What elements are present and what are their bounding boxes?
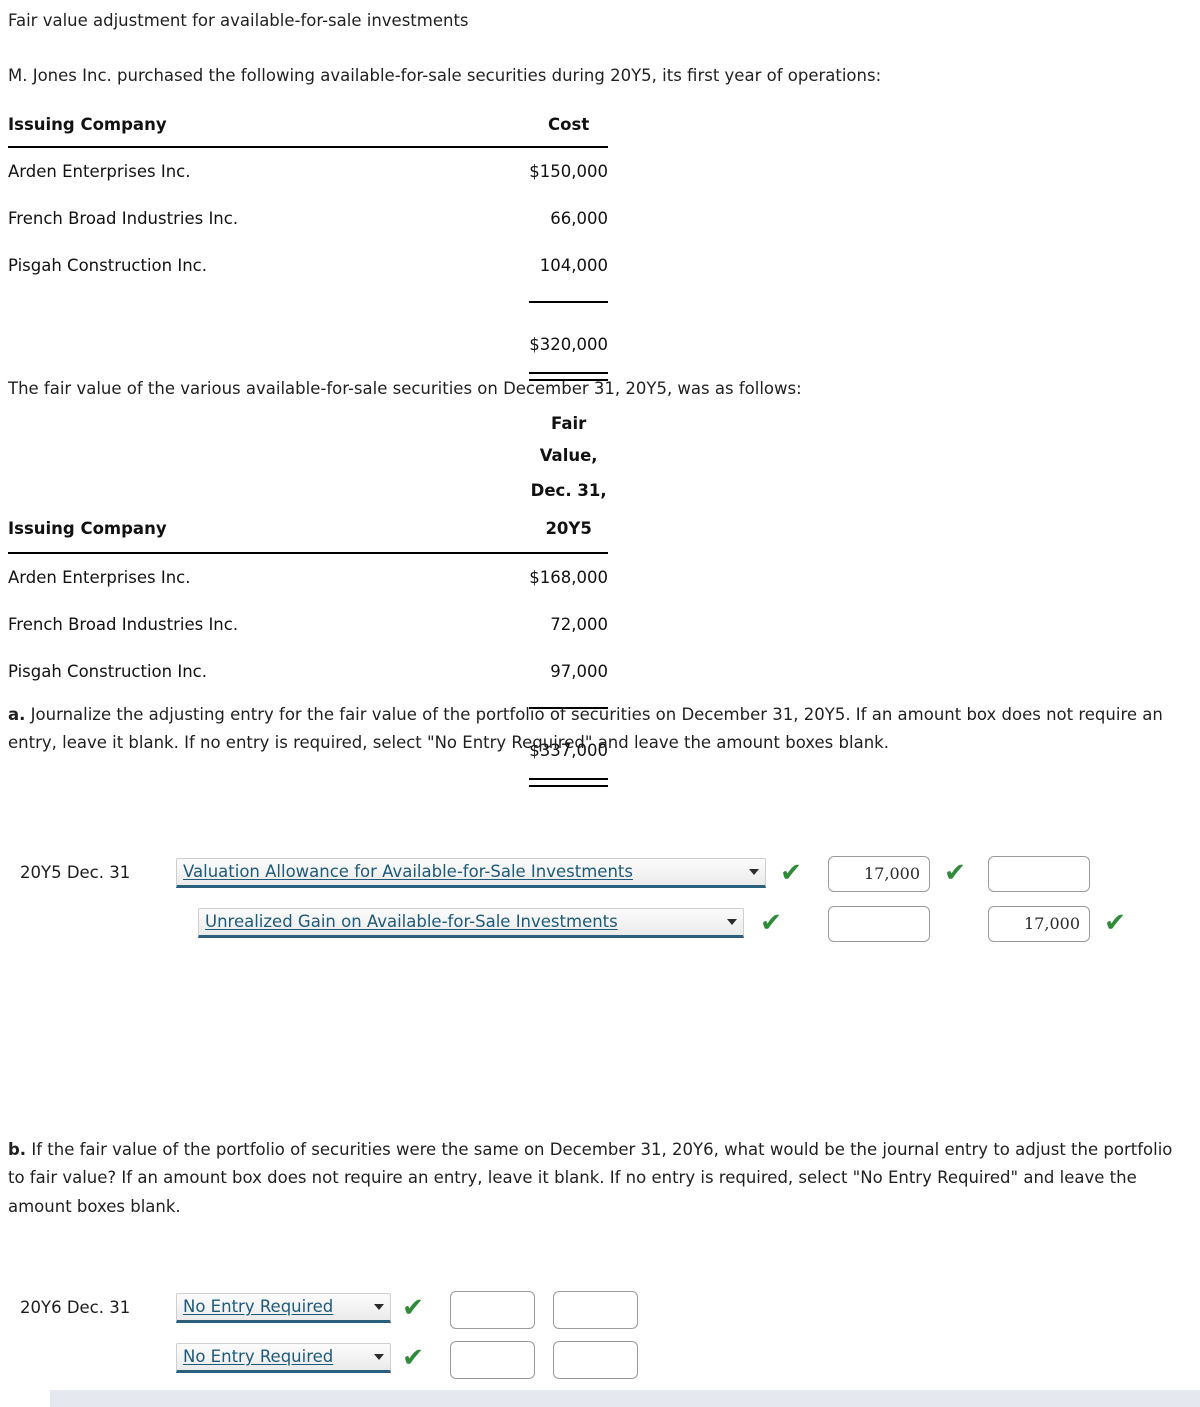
table-row: Pisgah Construction Inc. 104,000 — [8, 242, 608, 289]
journal-entry-row: Unrealized Gain on Available-for-Sale In… — [0, 902, 1200, 952]
cost-row-company-2: Pisgah Construction Inc. — [8, 256, 207, 275]
correct-check-icon: ✔ — [402, 1293, 424, 1323]
part-a-instruction-text: Journalize the adjusting entry for the f… — [8, 705, 1163, 753]
cost-table: Issuing Company Cost Arden Enterprises I… — [8, 108, 608, 381]
credit-amount-a1[interactable] — [988, 856, 1090, 892]
part-b-label: b. — [8, 1140, 27, 1159]
table-row: French Broad Industries Inc. 72,000 — [8, 601, 608, 648]
fair-value-header-line2: Issuing Company Dec. 31, 20Y5 — [8, 472, 608, 548]
cost-row-company-0: Arden Enterprises Inc. — [8, 162, 191, 181]
part-b-date: 20Y6 Dec. 31 — [20, 1298, 131, 1317]
cost-row-amount-2: 104,000 — [539, 256, 608, 275]
correct-check-icon — [944, 910, 966, 936]
cost-table-header-cost: Cost — [548, 115, 590, 134]
fair-value-row-company-2: Pisgah Construction Inc. — [8, 662, 207, 681]
part-b-journal: 20Y6 Dec. 31 No Entry Required ✔ No Entr… — [0, 1287, 1200, 1387]
correct-check-icon: ✔ — [402, 1343, 424, 1373]
account-select-b2-label: No Entry Required — [183, 1347, 334, 1366]
fair-value-row-amount-1: 72,000 — [550, 615, 608, 634]
chevron-down-icon — [374, 1304, 384, 1310]
journal-entry-row: No Entry Required ✔ — [0, 1337, 1200, 1387]
part-b-instruction: b. If the fair value of the portfolio of… — [8, 1136, 1194, 1221]
account-select-a2[interactable]: Unrealized Gain on Available-for-Sale In… — [198, 908, 744, 938]
chevron-down-icon — [727, 919, 737, 925]
correct-check-icon: ✔ — [1104, 908, 1126, 938]
fair-value-double-rule — [8, 766, 608, 787]
part-b-instruction-text: If the fair value of the portfolio of se… — [8, 1140, 1173, 1216]
table-row: Arden Enterprises Inc. $150,000 — [8, 148, 608, 195]
fair-value-row-company-1: French Broad Industries Inc. — [8, 615, 239, 634]
cost-table-total: $320,000 — [529, 335, 608, 354]
credit-amount-b1[interactable] — [553, 1291, 638, 1329]
fair-value-header-line1: Fair Value, — [8, 408, 608, 472]
account-select-a2-label: Unrealized Gain on Available-for-Sale In… — [205, 912, 618, 931]
chevron-down-icon — [374, 1354, 384, 1360]
part-a-journal: 20Y5 Dec. 31 Valuation Allowance for Ava… — [0, 852, 1200, 952]
fair-value-header-amount-line2: Dec. 31, 20Y5 — [530, 481, 607, 538]
correct-check-icon — [1104, 860, 1126, 886]
cost-row-amount-1: 66,000 — [550, 209, 608, 228]
account-select-b2[interactable]: No Entry Required — [176, 1343, 391, 1373]
account-select-a1[interactable]: Valuation Allowance for Available-for-Sa… — [176, 858, 766, 888]
debit-amount-a1[interactable]: 17,000 — [828, 856, 930, 892]
part-a-date: 20Y5 Dec. 31 — [20, 863, 131, 882]
exercise-page: Fair value adjustment for available-for-… — [0, 0, 1200, 1407]
credit-amount-b2[interactable] — [553, 1341, 638, 1379]
cost-table-subtotal-rule — [8, 289, 608, 313]
page-title: Fair value adjustment for available-for-… — [8, 11, 469, 30]
debit-amount-b1[interactable] — [450, 1291, 535, 1329]
cost-table-header-company: Issuing Company — [8, 115, 167, 134]
correct-check-icon: ✔ — [944, 858, 966, 888]
credit-amount-a2[interactable]: 17,000 — [988, 906, 1090, 942]
debit-amount-b2[interactable] — [450, 1341, 535, 1379]
fair-value-row-amount-2: 97,000 — [550, 662, 608, 681]
fair-value-row-amount-0: $168,000 — [529, 568, 608, 587]
account-select-b1-label: No Entry Required — [183, 1297, 334, 1316]
account-select-a1-label: Valuation Allowance for Available-for-Sa… — [183, 862, 633, 881]
correct-check-icon: ✔ — [760, 908, 782, 938]
part-a-instruction: a. Journalize the adjusting entry for th… — [8, 701, 1194, 758]
part-a-label: a. — [8, 705, 26, 724]
fair-value-row-company-0: Arden Enterprises Inc. — [8, 568, 191, 587]
cost-row-amount-0: $150,000 — [529, 162, 608, 181]
chevron-down-icon — [749, 869, 759, 875]
cost-table-header-row: Issuing Company Cost — [8, 108, 608, 142]
fair-value-header-amount-line1: Fair Value, — [539, 414, 598, 465]
fair-value-intro: The fair value of the various available-… — [8, 379, 802, 398]
cost-table-total-row: $320,000 — [8, 313, 608, 360]
account-select-b1[interactable]: No Entry Required — [176, 1293, 391, 1323]
fair-value-header-company: Issuing Company — [8, 519, 167, 538]
table-row: French Broad Industries Inc. 66,000 — [8, 195, 608, 242]
debit-amount-a2[interactable] — [828, 906, 930, 942]
table-row: Arden Enterprises Inc. $168,000 — [8, 554, 608, 601]
journal-entry-row: 20Y5 Dec. 31 Valuation Allowance for Ava… — [0, 852, 1200, 902]
table-row: Pisgah Construction Inc. 97,000 — [8, 648, 608, 695]
journal-entry-row: 20Y6 Dec. 31 No Entry Required ✔ — [0, 1287, 1200, 1337]
correct-check-icon: ✔ — [780, 858, 802, 888]
cost-row-company-1: French Broad Industries Inc. — [8, 209, 239, 228]
bottom-bar — [50, 1390, 1200, 1407]
intro-paragraph: M. Jones Inc. purchased the following av… — [8, 66, 882, 85]
